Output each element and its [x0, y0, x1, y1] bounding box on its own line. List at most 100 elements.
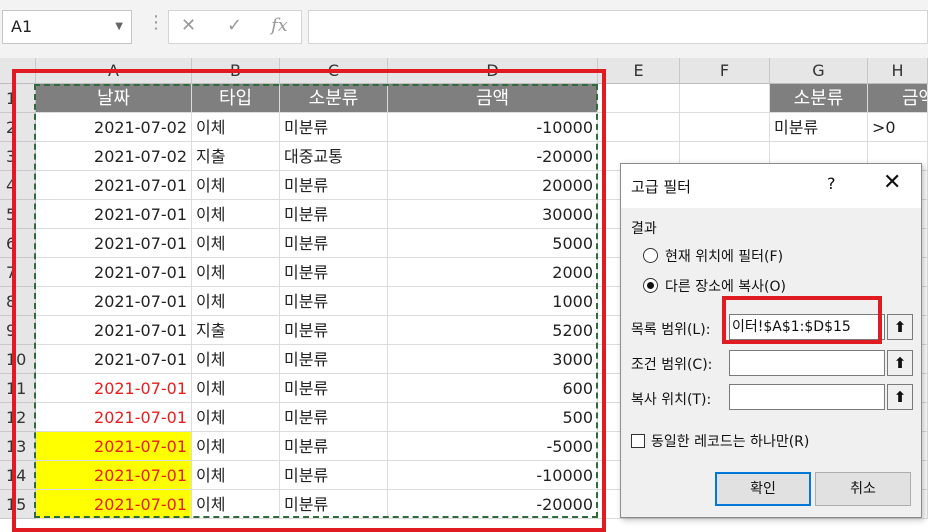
cell-a12[interactable]: 2021-07-01 [36, 403, 192, 432]
cell-d4[interactable]: 20000 [388, 171, 598, 200]
cell-e1[interactable] [598, 84, 680, 113]
radio-filter-in-place[interactable] [643, 248, 658, 263]
row-header[interactable]: 6 [0, 229, 36, 258]
select-all-corner[interactable] [0, 58, 36, 84]
list-range-picker-icon[interactable]: ⬆ [887, 314, 913, 340]
cell-b11[interactable]: 이체 [192, 374, 280, 403]
cell-b4[interactable]: 이체 [192, 171, 280, 200]
cell-a11[interactable]: 2021-07-01 [36, 374, 192, 403]
cell-b10[interactable]: 이체 [192, 345, 280, 374]
cell-c14[interactable]: 미분류 [280, 461, 388, 490]
cell-c11[interactable]: 미분류 [280, 374, 388, 403]
cell-d8[interactable]: 1000 [388, 287, 598, 316]
row-header[interactable]: 15 [0, 490, 36, 519]
row-header[interactable]: 8 [0, 287, 36, 316]
cell-c10[interactable]: 미분류 [280, 345, 388, 374]
column-header-b[interactable]: B [192, 58, 280, 84]
insert-function-icon[interactable]: fx [271, 15, 288, 36]
cell-d10[interactable]: 3000 [388, 345, 598, 374]
radio-filter-in-place-label[interactable]: 현재 위치에 필터(F) [665, 246, 783, 266]
cell-g1[interactable]: 소분류 [770, 84, 868, 113]
unique-records-label[interactable]: 동일한 레코드는 하나만(R) [651, 431, 809, 451]
cell-d2[interactable]: -10000 [388, 113, 598, 142]
cell-a6[interactable]: 2021-07-01 [36, 229, 192, 258]
cell-g2[interactable]: 미분류 [770, 113, 868, 142]
cell-f2[interactable] [680, 113, 770, 142]
cell-b6[interactable]: 이체 [192, 229, 280, 258]
column-header-h[interactable]: H [868, 58, 928, 84]
cell-a1[interactable]: 날짜 [36, 84, 192, 113]
column-header-a[interactable]: A [36, 58, 192, 84]
cell-d6[interactable]: 5000 [388, 229, 598, 258]
cell-d11[interactable]: 600 [388, 374, 598, 403]
cell-a5[interactable]: 2021-07-01 [36, 200, 192, 229]
column-header-c[interactable]: C [280, 58, 388, 84]
cell-b12[interactable]: 이체 [192, 403, 280, 432]
row-header[interactable]: 12 [0, 403, 36, 432]
cell-a2[interactable]: 2021-07-02 [36, 113, 192, 142]
cell-c2[interactable]: 미분류 [280, 113, 388, 142]
copy-to-input[interactable] [729, 384, 885, 410]
cell-h1[interactable]: 금액 [868, 84, 928, 113]
cell-a7[interactable]: 2021-07-01 [36, 258, 192, 287]
cancel-icon[interactable]: ✕ [181, 15, 196, 36]
cell-b7[interactable]: 이체 [192, 258, 280, 287]
cell-a14[interactable]: 2021-07-01 [36, 461, 192, 490]
cell-f1[interactable] [680, 84, 770, 113]
cell-d15[interactable]: -20000 [388, 490, 598, 519]
row-header[interactable]: 7 [0, 258, 36, 287]
cell-a4[interactable]: 2021-07-01 [36, 171, 192, 200]
column-header-g[interactable]: G [770, 58, 868, 84]
cell-c6[interactable]: 미분류 [280, 229, 388, 258]
cell-c13[interactable]: 미분류 [280, 432, 388, 461]
cell-a8[interactable]: 2021-07-01 [36, 287, 192, 316]
cell-c12[interactable]: 미분류 [280, 403, 388, 432]
cell-d1[interactable]: 금액 [388, 84, 598, 113]
cell-c8[interactable]: 미분류 [280, 287, 388, 316]
cell-c5[interactable]: 미분류 [280, 200, 388, 229]
help-icon[interactable]: ? [827, 174, 836, 193]
row-header[interactable]: 1 [0, 84, 36, 113]
cell-c15[interactable]: 미분류 [280, 490, 388, 519]
radio-copy-to-label[interactable]: 다른 장소에 복사(O) [665, 276, 786, 296]
copy-to-picker-icon[interactable]: ⬆ [887, 384, 913, 410]
row-header[interactable]: 10 [0, 345, 36, 374]
cell-d5[interactable]: 30000 [388, 200, 598, 229]
cell-b14[interactable]: 이체 [192, 461, 280, 490]
cell-b9[interactable]: 지출 [192, 316, 280, 345]
cell-d13[interactable]: -5000 [388, 432, 598, 461]
cell-e2[interactable] [598, 113, 680, 142]
cell-d12[interactable]: 500 [388, 403, 598, 432]
ok-button[interactable]: 확인 [715, 472, 811, 506]
column-header-e[interactable]: E [598, 58, 680, 84]
row-header[interactable]: 4 [0, 171, 36, 200]
row-header[interactable]: 14 [0, 461, 36, 490]
row-header[interactable]: 3 [0, 142, 36, 171]
formula-input[interactable] [308, 10, 928, 44]
cell-a15[interactable]: 2021-07-01 [36, 490, 192, 519]
cell-a13[interactable]: 2021-07-01 [36, 432, 192, 461]
row-header[interactable]: 9 [0, 316, 36, 345]
cell-c4[interactable]: 미분류 [280, 171, 388, 200]
list-range-input[interactable]: 이터!$A$1:$D$15 [729, 314, 885, 340]
criteria-range-picker-icon[interactable]: ⬆ [887, 350, 913, 376]
row-header[interactable]: 11 [0, 374, 36, 403]
enter-icon[interactable]: ✓ [227, 15, 242, 36]
cell-a9[interactable]: 2021-07-01 [36, 316, 192, 345]
row-header[interactable]: 5 [0, 200, 36, 229]
chevron-down-icon[interactable]: ▼ [115, 11, 123, 43]
column-header-d[interactable]: D [388, 58, 598, 84]
cell-b15[interactable]: 이체 [192, 490, 280, 519]
drag-handle-icon[interactable]: ⋮ [147, 12, 165, 33]
criteria-range-input[interactable] [729, 350, 885, 376]
cell-a3[interactable]: 2021-07-02 [36, 142, 192, 171]
cell-d9[interactable]: 5200 [388, 316, 598, 345]
name-box[interactable]: A1 ▼ [2, 10, 132, 44]
column-header-f[interactable]: F [680, 58, 770, 84]
unique-records-checkbox[interactable] [631, 434, 645, 448]
row-header[interactable]: 2 [0, 113, 36, 142]
cell-c1[interactable]: 소분류 [280, 84, 388, 113]
cell-h2[interactable]: >0 [868, 113, 928, 142]
cell-d14[interactable]: -10000 [388, 461, 598, 490]
cell-a10[interactable]: 2021-07-01 [36, 345, 192, 374]
